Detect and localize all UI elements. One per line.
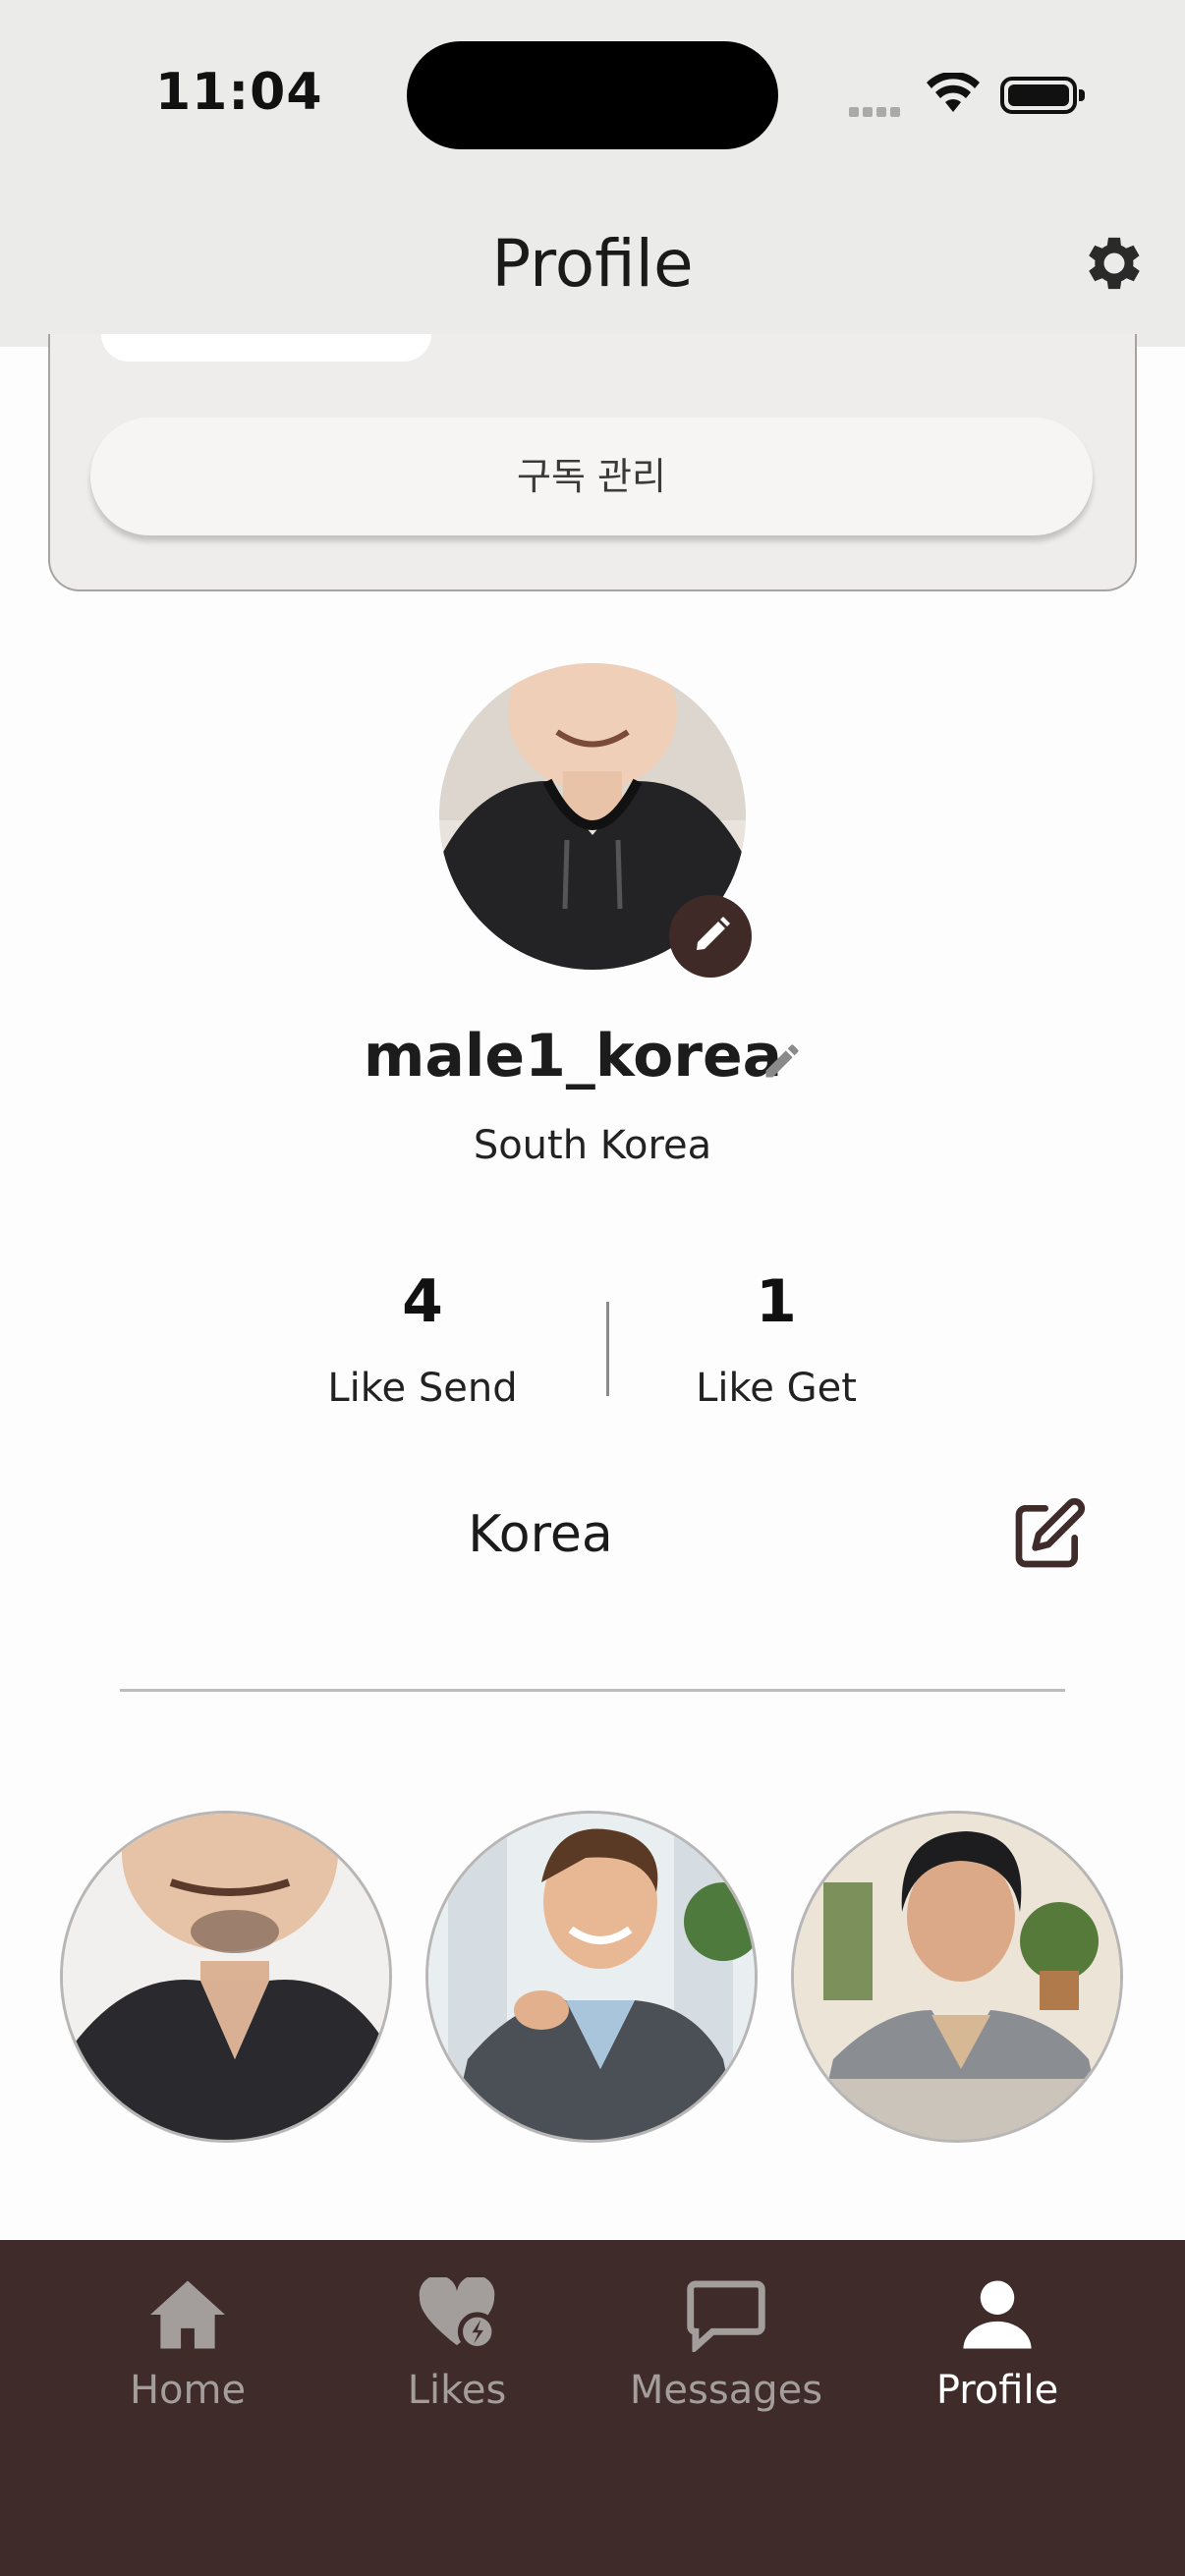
manage-subscription-button[interactable]: 구독 관리 [90, 418, 1093, 535]
subscription-pill [101, 334, 431, 362]
tab-messages[interactable]: Messages [593, 2277, 859, 2413]
tab-messages-label: Messages [629, 2368, 823, 2413]
bio-text: Korea [468, 1505, 613, 1564]
tab-profile-label: Profile [935, 2368, 1059, 2413]
edit-square-icon[interactable] [1009, 1495, 1088, 1574]
page-title: Profile [491, 226, 694, 302]
person-icon [963, 2280, 1032, 2349]
gear-icon[interactable] [1079, 228, 1150, 299]
pencil-icon[interactable] [761, 1039, 804, 1083]
like-get-count: 1 [756, 1267, 797, 1336]
like-get-label: Like Get [696, 1366, 857, 1411]
battery-icon [1000, 77, 1085, 114]
tab-home[interactable]: Home [55, 2277, 320, 2413]
heart-bolt-icon [419, 2274, 497, 2352]
like-send-count: 4 [402, 1267, 443, 1336]
tab-likes-label: Likes [407, 2368, 507, 2413]
status-time: 11:04 [155, 63, 323, 122]
cellular-signal-icon [849, 102, 908, 117]
gallery-photo[interactable] [791, 1811, 1123, 2143]
gallery-photo[interactable] [60, 1811, 392, 2143]
pencil-icon [697, 917, 730, 950]
username: male1_korea [363, 1022, 783, 1091]
dynamic-island [407, 41, 778, 149]
wifi-icon [927, 73, 980, 112]
tab-home-label: Home [129, 2368, 247, 2413]
section-divider [120, 1689, 1065, 1692]
like-send-label: Like Send [327, 1366, 518, 1411]
tab-likes[interactable]: Likes [324, 2274, 590, 2413]
country-label: South Korea [473, 1123, 712, 1168]
gallery-photo[interactable] [425, 1811, 758, 2143]
message-icon [687, 2280, 765, 2355]
stats-divider [606, 1302, 609, 1396]
home-icon [150, 2280, 225, 2349]
tab-profile[interactable]: Profile [865, 2277, 1130, 2413]
edit-avatar-button[interactable] [669, 895, 752, 978]
